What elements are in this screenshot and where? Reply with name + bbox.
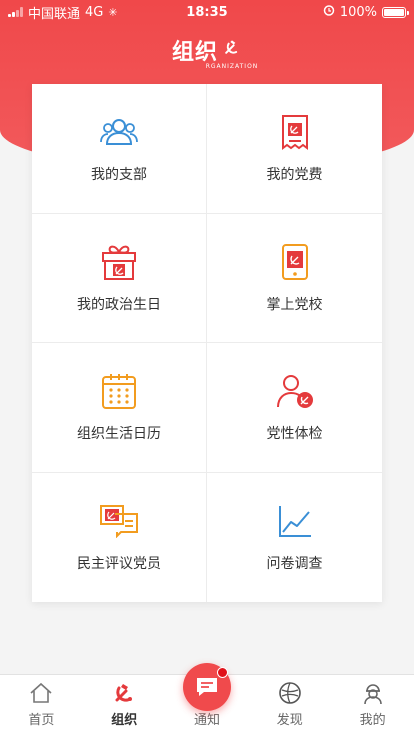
tab-organization[interactable]: 组织	[83, 675, 166, 736]
battery-icon	[382, 6, 409, 18]
party-emblem-icon	[111, 680, 137, 706]
grid-item-my-branch[interactable]: 我的支部	[32, 84, 207, 214]
tab-label: 我的	[359, 713, 386, 728]
battery-percent: 100%	[339, 4, 377, 20]
tab-home[interactable]: 首页	[0, 675, 83, 736]
gift-icon	[99, 242, 139, 282]
network-label: 4G	[85, 4, 104, 20]
review-icon	[99, 501, 139, 541]
grid-item-my-dues[interactable]: 我的党费	[207, 84, 382, 214]
org-logo: 组织 RGANIZATION	[0, 34, 414, 70]
tab-discover[interactable]: 发现	[248, 675, 331, 736]
tab-label: 通知	[193, 713, 220, 728]
person-check-icon	[275, 371, 315, 411]
chart-icon	[275, 501, 315, 541]
carrier-label: 中国联通	[28, 6, 81, 22]
user-icon	[360, 680, 386, 706]
function-grid: 我的支部 我的党费 我的政治生日 掌上党校 组织生活日历 党性体检 民主评议党员…	[32, 84, 382, 602]
grid-item-label: 问卷调查	[266, 556, 323, 573]
compass-icon	[277, 680, 303, 706]
grid-item-mobile-party-school[interactable]: 掌上党校	[207, 214, 382, 343]
grid-item-questionnaire[interactable]: 问卷调查	[207, 473, 382, 603]
tablet-icon	[275, 242, 315, 282]
grid-item-label: 掌上党校	[266, 296, 323, 313]
tab-label: 首页	[28, 713, 55, 728]
tab-label: 发现	[276, 713, 303, 728]
bottom-tab-bar: 首页 组织 通知 发现 我的	[0, 663, 414, 736]
grid-item-label: 我的党费	[266, 167, 323, 184]
tab-notifications[interactable]: 通知	[166, 663, 249, 736]
grid-item-org-calendar[interactable]: 组织生活日历	[32, 343, 207, 473]
calendar-icon	[99, 371, 139, 411]
logo-text: 组织	[171, 39, 218, 65]
grid-item-political-birthday[interactable]: 我的政治生日	[32, 213, 207, 343]
notification-badge	[216, 667, 228, 678]
grid-item-label: 党性体检	[266, 426, 323, 443]
grid-item-label: 组织生活日历	[77, 426, 161, 443]
alarm-icon	[323, 4, 335, 20]
receipt-icon	[275, 112, 315, 152]
grid-item-party-checkup[interactable]: 党性体检	[207, 343, 382, 473]
grid-item-label: 民主评议党员	[77, 556, 161, 573]
tab-mine[interactable]: 我的	[331, 675, 414, 736]
status-bar: 中国联通 4G ✳ 18:35 100%	[0, 0, 414, 24]
party-emblem-icon	[222, 37, 242, 63]
grid-item-label: 我的支部	[91, 167, 147, 184]
loading-icon: ✳	[108, 5, 118, 19]
tab-label: 组织	[111, 713, 138, 728]
grid-item-label: 我的政治生日	[77, 296, 161, 313]
home-icon	[28, 680, 54, 706]
people-icon	[99, 112, 139, 152]
logo-subtitle: RGANIZATION	[205, 63, 259, 70]
grid-item-democratic-review[interactable]: 民主评议党员	[32, 472, 207, 602]
signal-icon	[8, 7, 23, 17]
